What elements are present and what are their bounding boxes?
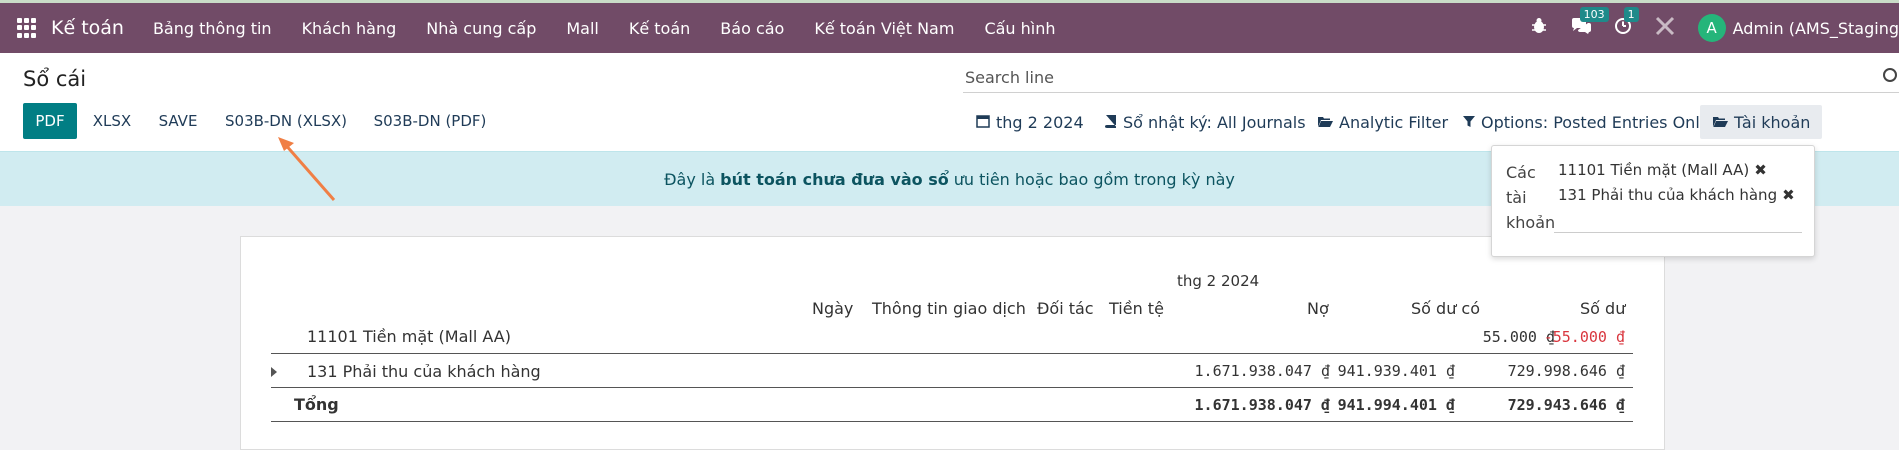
page-title: Sổ cái bbox=[23, 67, 87, 91]
save-button[interactable]: SAVE bbox=[150, 103, 206, 139]
apps-menu-icon[interactable] bbox=[17, 18, 37, 38]
analytic-filter[interactable]: Analytic Filter bbox=[1317, 105, 1448, 139]
col-header-partner: Đối tác bbox=[1037, 299, 1094, 318]
activity-clock-icon[interactable]: 1 bbox=[1614, 6, 1639, 40]
total-row-credit: 941.994.401 ₫ bbox=[1337, 396, 1455, 414]
account-row-credit: 941.939.401 ₫ bbox=[1337, 362, 1455, 380]
menu-vn-accounting[interactable]: Kế toán Việt Nam bbox=[799, 19, 969, 38]
account-tag-label: 131 Phải thu của khách hàng bbox=[1558, 186, 1778, 204]
search-icon[interactable] bbox=[1883, 68, 1897, 82]
app-brand[interactable]: Kế toán bbox=[51, 17, 124, 39]
search-placeholder: Search line bbox=[965, 68, 1054, 87]
filter-icon bbox=[1463, 113, 1475, 132]
banner-text-bold[interactable]: bút toán chưa đưa vào sổ bbox=[720, 170, 949, 189]
search-input[interactable]: Search line bbox=[963, 65, 1899, 93]
folder-open-icon bbox=[1317, 113, 1333, 132]
tools-icon[interactable] bbox=[1654, 15, 1676, 42]
col-header-debit: Nợ bbox=[1307, 299, 1329, 318]
user-name[interactable]: Admin (AMS_Staging bbox=[1733, 19, 1899, 38]
options-filter-label: Options: Posted Entries Only bbox=[1481, 112, 1710, 132]
accounts-filter[interactable]: Tài khoản bbox=[1700, 105, 1823, 139]
activity-badge: 1 bbox=[1623, 6, 1639, 22]
analytic-filter-label: Analytic Filter bbox=[1339, 112, 1449, 132]
col-header-currency: Tiền tệ bbox=[1109, 299, 1164, 318]
row-divider bbox=[271, 353, 1633, 354]
account-tag: 11101 Tiền mặt (Mall AA) ✖ bbox=[1558, 161, 1767, 179]
messages-icon[interactable]: 103 bbox=[1570, 6, 1609, 40]
main-navbar: Kế toán Bảng thông tin Khách hàng Nhà cu… bbox=[0, 3, 1899, 53]
annotation-arrow-icon bbox=[278, 137, 336, 201]
s03b-dn-xlsx-button[interactable]: S03B-DN (XLSX) bbox=[218, 103, 354, 139]
journals-filter[interactable]: Sổ nhật ký: All Journals bbox=[1104, 105, 1306, 139]
row-divider bbox=[271, 421, 1633, 422]
row-divider bbox=[271, 387, 1633, 388]
col-header-credit: Số dư có bbox=[1411, 299, 1480, 318]
accounts-filter-label: Tài khoản bbox=[1734, 112, 1811, 132]
total-row-balance: 729.943.646 ₫ bbox=[1507, 396, 1625, 414]
total-row-label: Tổng bbox=[294, 395, 339, 414]
messages-badge: 103 bbox=[1579, 6, 1609, 22]
menu-vendors[interactable]: Nhà cung cấp bbox=[411, 19, 551, 38]
col-header-balance: Số dư bbox=[1580, 299, 1626, 318]
journals-filter-label: Sổ nhật ký: All Journals bbox=[1123, 112, 1306, 132]
account-row-balance: -55.000 ₫ bbox=[1543, 328, 1625, 346]
s03b-dn-pdf-button[interactable]: S03B-DN (PDF) bbox=[366, 103, 494, 139]
navbar-systray: 103 1 A Admin (AMS_Staging bbox=[1530, 3, 1899, 53]
menu-accounting[interactable]: Kế toán bbox=[614, 19, 705, 38]
date-filter[interactable]: thg 2 2024 bbox=[976, 105, 1084, 139]
bug-icon[interactable] bbox=[1530, 17, 1548, 40]
account-row-name[interactable]: 131 Phải thu của khách hàng bbox=[307, 362, 541, 381]
banner-text-post: ưu tiên hoặc bao gồm trong kỳ này bbox=[953, 169, 1235, 189]
col-header-date: Ngày bbox=[812, 299, 854, 318]
date-filter-label: thg 2 2024 bbox=[996, 112, 1084, 132]
book-icon bbox=[1104, 113, 1117, 132]
menu-reports[interactable]: Báo cáo bbox=[705, 19, 799, 38]
menu-dashboard[interactable]: Bảng thông tin bbox=[138, 19, 287, 38]
menu-mall[interactable]: Mall bbox=[551, 19, 614, 38]
user-avatar[interactable]: A bbox=[1697, 14, 1726, 42]
menu-configuration[interactable]: Cấu hình bbox=[969, 19, 1070, 38]
accounts-popover-label: Các tài khoản bbox=[1506, 163, 1556, 232]
pdf-button[interactable]: PDF bbox=[23, 103, 77, 139]
report-period-header: thg 2 2024 bbox=[1177, 272, 1260, 290]
banner-text-pre: Đây là bbox=[664, 169, 716, 189]
folder-open-icon bbox=[1712, 113, 1728, 132]
account-row-balance: 729.998.646 ₫ bbox=[1507, 362, 1625, 380]
xlsx-button[interactable]: XLSX bbox=[85, 103, 139, 139]
account-row-name[interactable]: 11101 Tiền mặt (Mall AA) bbox=[307, 327, 511, 346]
accounts-popover: Các tài khoản 11101 Tiền mặt (Mall AA) ✖ … bbox=[1491, 145, 1815, 257]
expand-caret-icon[interactable] bbox=[271, 367, 277, 377]
col-header-transaction-info: Thông tin giao dịch bbox=[872, 299, 1026, 318]
account-tag-label: 11101 Tiền mặt (Mall AA) bbox=[1558, 161, 1750, 179]
calendar-icon bbox=[976, 113, 990, 132]
options-filter[interactable]: Options: Posted Entries Only bbox=[1463, 105, 1709, 139]
menu-customers[interactable]: Khách hàng bbox=[287, 19, 412, 38]
remove-tag-icon[interactable]: ✖ bbox=[1782, 186, 1795, 204]
remove-tag-icon[interactable]: ✖ bbox=[1754, 161, 1767, 179]
account-search-input[interactable] bbox=[1554, 232, 1802, 233]
account-tag: 131 Phải thu của khách hàng ✖ bbox=[1558, 186, 1795, 204]
